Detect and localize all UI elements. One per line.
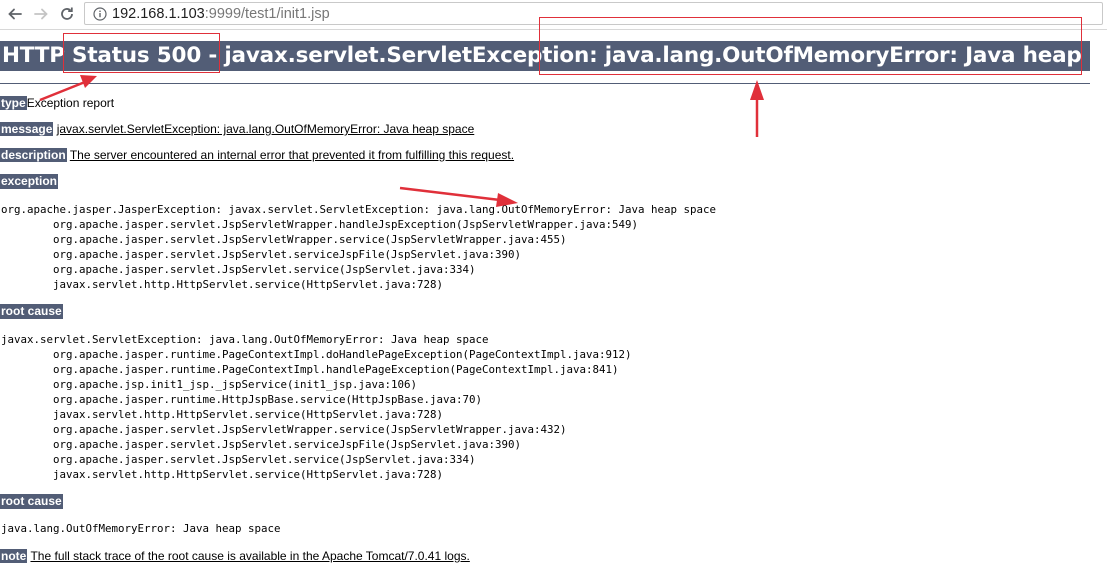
divider xyxy=(0,83,1090,84)
reload-icon xyxy=(61,7,73,20)
description-value: The server encountered an internal error… xyxy=(69,148,515,162)
message-value: javax.servlet.ServletException: java.lan… xyxy=(56,122,475,136)
arrow-right-icon xyxy=(34,8,48,20)
note-value: The full stack trace of the root cause i… xyxy=(30,549,470,563)
description-row: description The server encountered an in… xyxy=(0,148,514,163)
arrow-up-annotation xyxy=(750,80,764,137)
forward-button[interactable] xyxy=(30,4,52,24)
root-cause-trace-2: java.lang.OutOfMemoryError: Java heap sp… xyxy=(1,522,281,535)
type-label: type xyxy=(0,96,27,110)
back-button[interactable] xyxy=(4,4,26,24)
reload-button[interactable] xyxy=(56,4,78,24)
url-path: :9999/test1/init1.jsp xyxy=(204,6,330,22)
url-host: 192.168.1.103 xyxy=(112,6,205,22)
message-label: message xyxy=(0,122,54,136)
arrow-left-icon xyxy=(8,8,22,20)
note-label: note xyxy=(0,549,28,563)
root-cause-label-2: root cause xyxy=(0,494,63,509)
root-cause-label-1: root cause xyxy=(0,304,63,319)
description-label: description xyxy=(0,148,67,162)
root-cause-trace-1: javax.servlet.ServletException: java.lan… xyxy=(1,333,632,481)
url-text[interactable]: 192.168.1.103:9999/test1/init1.jsp xyxy=(112,5,330,23)
annotation-box-status xyxy=(63,33,220,73)
info-icon[interactable] xyxy=(93,7,107,26)
message-row: message javax.servlet.ServletException: … xyxy=(0,122,474,137)
annotation-box-error xyxy=(539,17,1082,75)
exception-label: exception xyxy=(0,174,59,189)
type-row: typeException report xyxy=(0,96,114,111)
note-row: note The full stack trace of the root ca… xyxy=(0,549,470,564)
exception-trace: org.apache.jasper.JasperException: javax… xyxy=(1,203,717,291)
type-value: Exception report xyxy=(26,96,115,110)
